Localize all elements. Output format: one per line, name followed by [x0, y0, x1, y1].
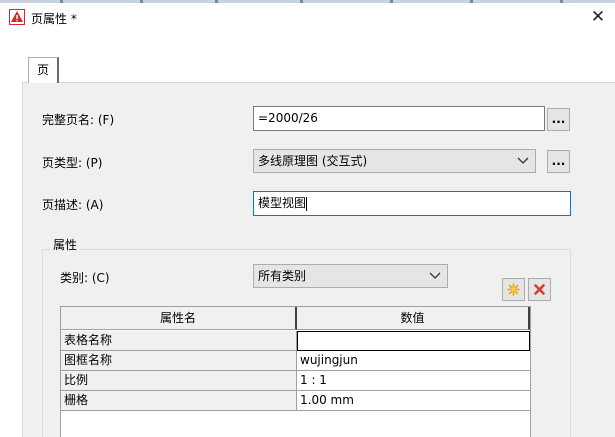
page-description-label: 页描述: (A): [42, 198, 104, 212]
chevron-down-icon: [429, 272, 441, 279]
page-description-input[interactable]: 模型视图: [253, 191, 571, 216]
row-value-grid[interactable]: 1.00 mm: [297, 391, 530, 411]
row-value-table-name[interactable]: [297, 331, 530, 351]
full-page-name-label: 完整页名: (F): [42, 113, 115, 127]
star-icon: [507, 283, 520, 296]
row-value-scale[interactable]: 1 : 1: [297, 371, 530, 391]
column-header-property-name[interactable]: 属性名: [61, 307, 297, 330]
category-select[interactable]: 所有类别: [253, 264, 448, 288]
page-type-value: 多线原理图 (交互式): [258, 154, 368, 168]
column-header-value[interactable]: 数值: [297, 307, 530, 330]
page-type-browse-button[interactable]: ...: [547, 150, 570, 173]
new-property-button[interactable]: [502, 278, 525, 301]
row-name-scale[interactable]: 比例: [61, 371, 297, 391]
title-bar: 页属性 * ✕: [0, 3, 615, 33]
tab-page[interactable]: 页: [28, 57, 59, 83]
page-description-text: 模型视图: [258, 196, 307, 210]
row-name-table-name[interactable]: 表格名称: [61, 331, 297, 351]
row-name-grid[interactable]: 栅格: [61, 391, 297, 411]
delete-x-icon: [534, 284, 545, 295]
chevron-down-icon: [517, 157, 529, 164]
close-button[interactable]: ✕: [584, 5, 612, 29]
category-label: 类别: (C): [60, 271, 110, 285]
row-value-frame-name[interactable]: wujingjun: [297, 351, 530, 371]
full-page-name-input[interactable]: =2000/26: [253, 106, 545, 131]
text-cursor: [306, 196, 308, 211]
window-title: 页属性 *: [31, 12, 77, 26]
delete-property-button[interactable]: [528, 278, 551, 301]
row-name-frame-name[interactable]: 图框名称: [61, 351, 297, 371]
properties-table: 属性名 数值 表格名称 图框名称 wujingjun 比例 1 : 1 栅格 1…: [60, 306, 531, 437]
page-type-select[interactable]: 多线原理图 (交互式): [253, 149, 536, 173]
full-page-name-browse-button[interactable]: ...: [547, 108, 570, 131]
properties-group-title: 属性: [50, 236, 81, 253]
category-value: 所有类别: [258, 269, 307, 283]
page-type-label: 页类型: (P): [42, 156, 103, 170]
app-warning-icon: [9, 9, 25, 25]
